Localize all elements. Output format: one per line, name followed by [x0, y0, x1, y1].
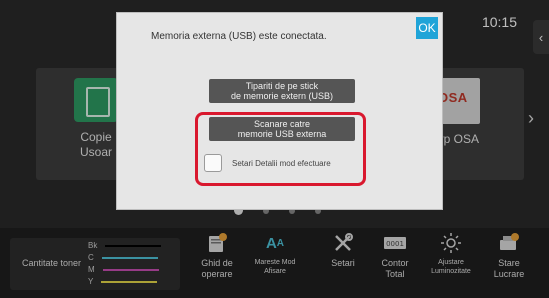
print-usb-label-1: Tipariti de pe stick: [245, 81, 319, 91]
print-from-usb-button[interactable]: Tipariti de pe stick de memorie extern (…: [209, 79, 355, 103]
detail-settings-checkbox[interactable]: [204, 154, 222, 172]
ok-button[interactable]: OK: [416, 17, 438, 39]
print-usb-label-2: de memorie extern (USB): [230, 91, 334, 101]
detail-settings-label: Setari Detalii mod efectuare: [232, 159, 331, 168]
highlight-frame: [195, 112, 366, 186]
home-screen: 10:15 ‹ Copie Usoar OSA arp OSA › Cantit…: [0, 0, 549, 298]
dialog-message: Memoria externa (USB) este conectata.: [151, 31, 327, 42]
